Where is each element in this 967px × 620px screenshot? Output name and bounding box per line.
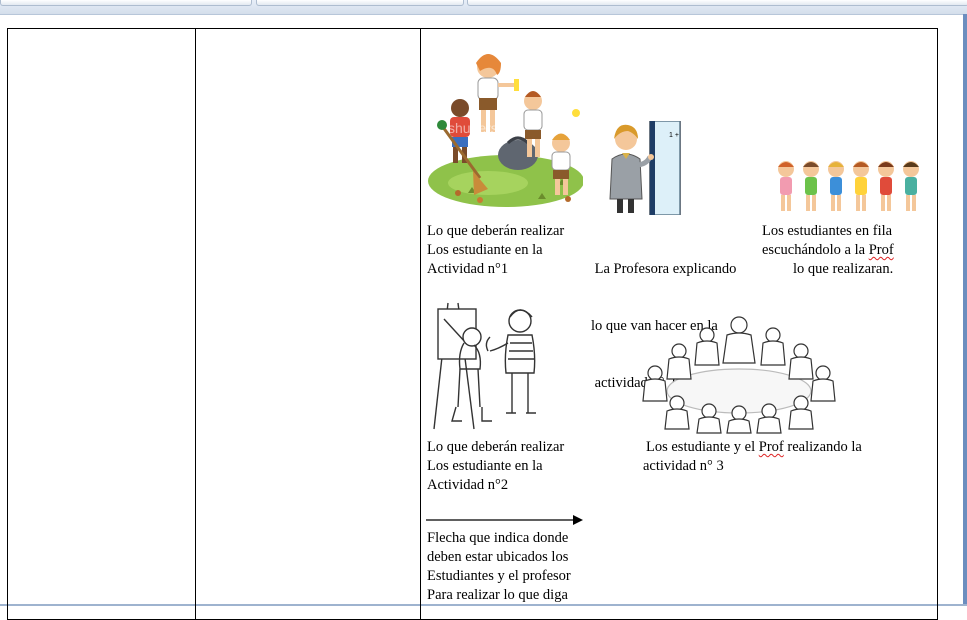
caption-activity-3: Los estudiante y el Prof realizando la a… — [643, 438, 862, 476]
table-cell-empty-2[interactable] — [196, 29, 421, 620]
document-table: shutterstock 1 + — [7, 28, 938, 620]
caption-arrow-explanation: Flecha que indica donde deben estar ubic… — [427, 529, 571, 605]
table-row: shutterstock 1 + — [8, 29, 938, 620]
teacher-at-whiteboard-image: 1 + — [606, 121, 682, 215]
whiteboard-text: 1 + — [669, 132, 679, 139]
spelling-flag-prof: Prof — [759, 439, 784, 455]
top-tab-1[interactable] — [0, 0, 252, 6]
caption-activity-1: Lo que deberán realizar Los estudiante e… — [427, 222, 564, 279]
top-tab-3[interactable] — [467, 0, 967, 6]
caption-activity-2: Lo que deberán realizar Los estudiante e… — [427, 438, 564, 495]
caption-students-in-line: Los estudiantes en fila escuchándolo a l… — [762, 222, 894, 279]
window-right-edge — [963, 14, 967, 606]
children-in-line-image — [773, 157, 923, 219]
arrow-right-icon — [426, 514, 584, 526]
children-painting-easel-image — [426, 299, 546, 431]
children-cleaning-park-image: shutterstock — [428, 43, 583, 208]
spelling-flag-prof: Prof — [869, 242, 894, 258]
window-top-bar — [0, 0, 967, 15]
image-watermark: shutterstock — [448, 120, 524, 136]
table-cell-activities[interactable]: shutterstock 1 + — [421, 29, 938, 620]
group-sitting-in-circle-image — [633, 311, 845, 435]
top-tab-2[interactable] — [256, 0, 464, 6]
table-cell-empty-1[interactable] — [8, 29, 196, 620]
